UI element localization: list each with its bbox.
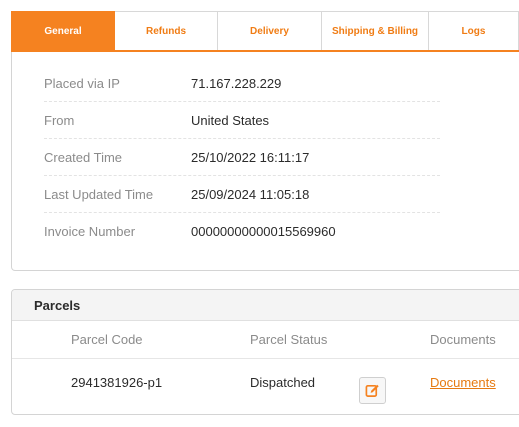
invoice-number-label: Invoice Number (44, 224, 136, 239)
from-label: From (44, 113, 75, 128)
tab-delivery[interactable]: Delivery (218, 11, 322, 51)
info-row-from: From United States (44, 102, 440, 139)
documents-link[interactable]: Documents (430, 375, 496, 390)
parcels-panel: Parcels Parcel Code Parcel Status Docume… (11, 289, 519, 415)
tab-logs[interactable]: Logs (429, 11, 519, 51)
placed-ip-value: 71.167.228.229 (191, 76, 282, 91)
last-updated-time-value: 25/09/2024 11:05:18 (191, 187, 310, 202)
created-time-label: Created Time (44, 150, 123, 165)
tab-shipping-billing[interactable]: Shipping & Billing (322, 11, 429, 51)
from-value: United States (191, 113, 270, 128)
invoice-number-value: 00000000000015569960 (191, 224, 336, 239)
tab-bar: General Refunds Delivery Shipping & Bill… (11, 11, 519, 51)
parcel-status: Dispatched (250, 375, 316, 390)
row-documents: Documents (430, 375, 496, 391)
header-divider (12, 358, 519, 359)
info-row-placed-ip: Placed via IP 71.167.228.229 (44, 65, 440, 102)
column-header-documents: Documents (430, 332, 496, 347)
column-header-parcel-code: Parcel Code (71, 332, 143, 347)
info-row-last-updated-time: Last Updated Time 25/09/2024 11:05:18 (44, 176, 440, 213)
general-info-panel: Placed via IP 71.167.228.229 From United… (11, 52, 519, 271)
last-updated-time-label: Last Updated Time (44, 187, 154, 202)
column-header-parcel-status: Parcel Status (250, 332, 328, 347)
edit-status-button[interactable] (359, 377, 386, 404)
placed-ip-label: Placed via IP (44, 76, 120, 91)
parcels-title: Parcels (12, 290, 519, 321)
created-time-value: 25/10/2022 16:11:17 (191, 150, 310, 165)
tab-refunds[interactable]: Refunds (115, 11, 218, 51)
parcel-code: 2941381926-p1 (71, 375, 163, 390)
edit-icon (365, 384, 379, 397)
info-row-invoice-number: Invoice Number 00000000000015569960 (44, 213, 440, 250)
tab-general[interactable]: General (11, 11, 115, 51)
info-row-created-time: Created Time 25/10/2022 16:11:17 (44, 139, 440, 176)
